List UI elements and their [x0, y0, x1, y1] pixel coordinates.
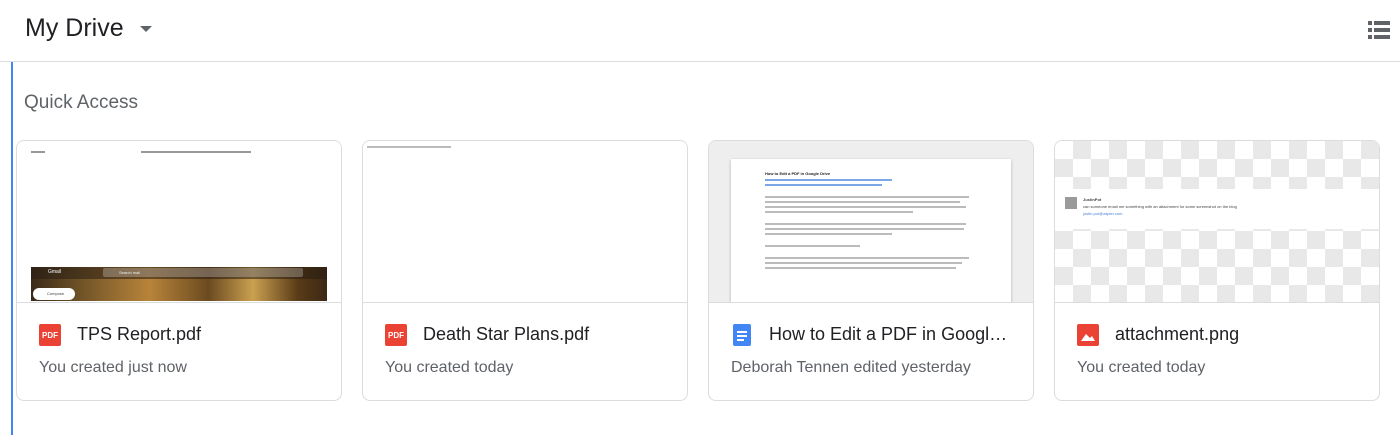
file-meta: You created today [385, 359, 514, 376]
pdf-icon: PDF [39, 324, 61, 346]
file-thumbnail: Gmail Search mail Compose [17, 141, 341, 303]
search-mail-placeholder: Search mail [119, 270, 141, 275]
message-email: justin.pot@zapier.com [1083, 211, 1123, 216]
message-text: can someone email me something with an a… [1083, 204, 1237, 209]
focus-indicator [11, 62, 13, 435]
compose-label: Compose [47, 291, 65, 296]
pdf-icon: PDF [385, 324, 407, 346]
file-name: Death Star Plans.pdf [423, 324, 590, 344]
my-drive-menu[interactable]: My Drive [25, 14, 152, 43]
file-meta: You created today [1077, 359, 1206, 376]
file-card-edit-pdf-doc[interactable]: How to Edit a PDF in Google Drive How to… [708, 140, 1034, 401]
file-name: How to Edit a PDF in Google Drive [769, 324, 1011, 344]
file-card-attachment[interactable]: JustinPot can someone email me something… [1054, 140, 1380, 401]
file-name: attachment.png [1115, 324, 1240, 344]
quick-access-title: Quick Access [24, 92, 139, 113]
file-name: TPS Report.pdf [77, 324, 202, 344]
list-view-icon[interactable] [1368, 20, 1390, 40]
message-author: JustinPot [1083, 197, 1102, 202]
top-bar: My Drive [0, 0, 1400, 62]
file-meta: Deborah Tennen edited yesterday [731, 359, 971, 376]
gmail-label: Gmail [48, 269, 62, 275]
google-docs-icon [733, 324, 751, 346]
page-title: My Drive [25, 14, 124, 42]
file-thumbnail: JustinPot can someone email me something… [1055, 141, 1379, 303]
image-icon [1077, 324, 1099, 346]
doc-heading: How to Edit a PDF in Google Drive [765, 171, 831, 176]
file-meta: You created just now [39, 359, 187, 376]
file-thumbnail [363, 141, 687, 303]
file-thumbnail: How to Edit a PDF in Google Drive [709, 141, 1033, 303]
caret-down-icon [139, 25, 152, 32]
file-card-death-star-plans[interactable]: PDF Death Star Plans.pdf You created tod… [362, 140, 688, 401]
file-card-tps-report[interactable]: Gmail Search mail Compose PDF TPS Report… [16, 140, 342, 401]
